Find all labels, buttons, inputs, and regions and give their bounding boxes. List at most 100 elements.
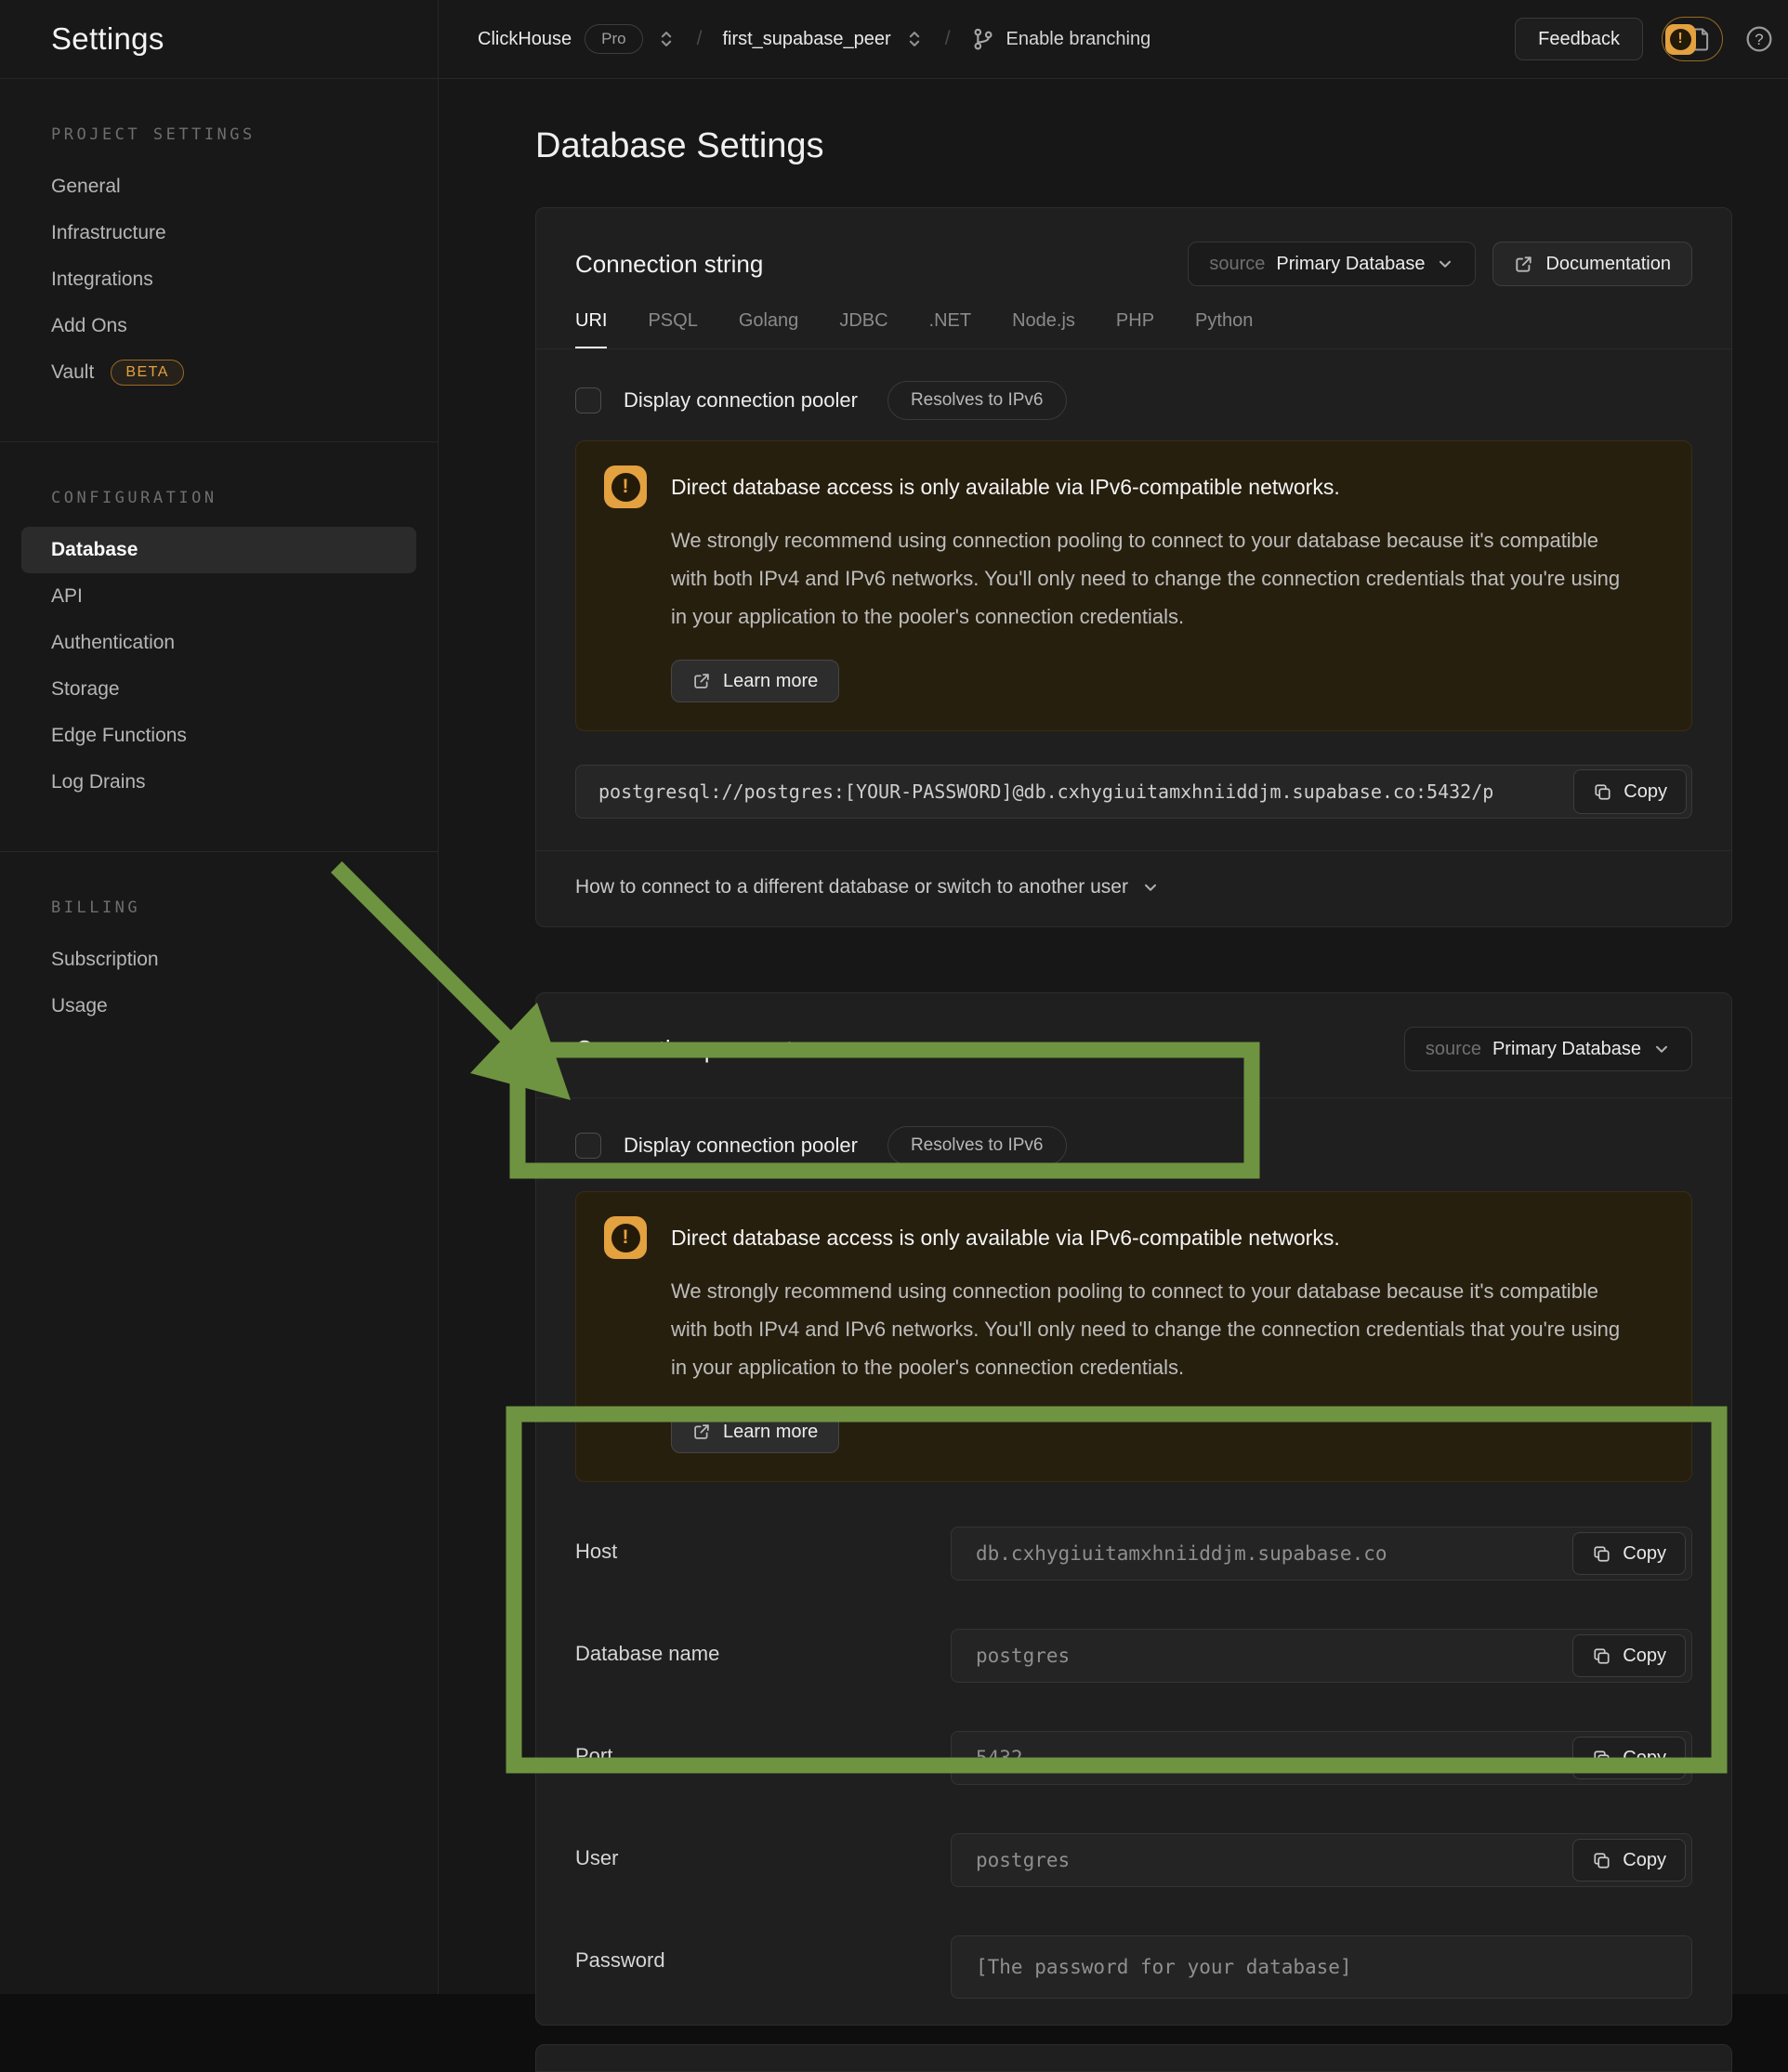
how-to-connect-toggle[interactable]: How to connect to a different database o… — [536, 850, 1731, 926]
connection-string-card: Connection string source Primary Databas… — [535, 207, 1732, 927]
sidebar-item-general[interactable]: General — [21, 164, 416, 210]
alert-icon: ! — [1665, 24, 1696, 55]
sidebar-item-add-ons[interactable]: Add Ons — [21, 303, 416, 349]
section-label: BILLING — [0, 898, 438, 918]
warning-icon: ! — [604, 466, 647, 508]
project-selector[interactable]: first_supabase_peer — [722, 29, 924, 50]
org-name: ClickHouse — [478, 29, 572, 50]
sidebar-item-log-drains[interactable]: Log Drains — [21, 759, 416, 806]
tab-dotnet[interactable]: .NET — [929, 310, 972, 348]
resolves-to-ipv6-badge: Resolves to IPv6 — [887, 381, 1067, 420]
copy-user-button[interactable]: Copy — [1572, 1839, 1686, 1882]
sidebar-item-edge-functions[interactable]: Edge Functions — [21, 713, 416, 759]
ipv6-warning-banner: ! Direct database access is only availab… — [575, 1191, 1692, 1482]
tab-python[interactable]: Python — [1195, 310, 1253, 348]
source-dropdown[interactable]: source Primary Database — [1188, 242, 1476, 286]
org-selector[interactable]: ClickHouse Pro — [478, 24, 677, 54]
host-field[interactable]: db.cxhygiuitamxhniiddjm.supabase.co Copy — [951, 1527, 1692, 1580]
password-field[interactable]: [The password for your database] — [951, 1935, 1692, 1999]
git-branch-icon — [971, 27, 995, 51]
window-title: Settings — [51, 21, 164, 57]
sidebar-item-integrations[interactable]: Integrations — [21, 256, 416, 303]
connection-string-field[interactable]: postgresql://postgres:[YOUR-PASSWORD]@db… — [575, 765, 1692, 819]
param-row-user: User postgres Copy — [575, 1833, 1692, 1887]
warning-body: We strongly recommend using connection p… — [671, 521, 1637, 636]
port-field[interactable]: 5432 Copy — [951, 1731, 1692, 1785]
documentation-button[interactable]: Documentation — [1492, 242, 1692, 286]
section-billing: BILLING Subscription Usage — [0, 852, 438, 1075]
branch-action-label: Enable branching — [1006, 29, 1151, 50]
warning-body: We strongly recommend using connection p… — [671, 1272, 1637, 1386]
settings-sidebar: Settings PROJECT SETTINGS General Infras… — [0, 0, 439, 1994]
header-actions: Feedback ! ? — [1515, 17, 1773, 61]
copy-connection-string-button[interactable]: Copy — [1573, 769, 1687, 814]
copy-icon — [1592, 1646, 1611, 1666]
chevron-down-icon — [1436, 255, 1454, 273]
sidebar-item-database[interactable]: Database — [21, 527, 416, 573]
warning-title: Direct database access is only available… — [671, 1226, 1340, 1251]
sidebar-item-subscription[interactable]: Subscription — [21, 937, 416, 983]
resolves-to-ipv6-badge: Resolves to IPv6 — [887, 1126, 1067, 1165]
sidebar-item-api[interactable]: API — [21, 573, 416, 620]
breadcrumb-separator: / — [945, 28, 951, 50]
section-label: CONFIGURATION — [0, 488, 438, 508]
sidebar-item-authentication[interactable]: Authentication — [21, 620, 416, 666]
feedback-button[interactable]: Feedback — [1515, 18, 1643, 60]
source-dropdown[interactable]: source Primary Database — [1404, 1027, 1692, 1071]
selector-icon — [904, 29, 925, 49]
copy-port-button[interactable]: Copy — [1572, 1737, 1686, 1779]
tab-nodejs[interactable]: Node.js — [1012, 310, 1075, 348]
selector-icon — [656, 29, 677, 49]
breadcrumb-separator: / — [697, 28, 703, 50]
pooler-row: Display connection pooler Resolves to IP… — [536, 1098, 1731, 1176]
user-field[interactable]: postgres Copy — [951, 1833, 1692, 1887]
chevron-down-icon — [1652, 1040, 1671, 1058]
sidebar-item-usage[interactable]: Usage — [21, 983, 416, 1029]
param-row-password: Password [The password for your database… — [575, 1935, 1692, 1999]
copy-icon — [1592, 1749, 1611, 1768]
sidebar-item-infrastructure[interactable]: Infrastructure — [21, 210, 416, 256]
card-title: Connection parameters — [575, 1035, 826, 1064]
warning-title: Direct database access is only available… — [671, 475, 1340, 500]
next-card-edge — [535, 2044, 1732, 2072]
pooler-row: Display connection pooler Resolves to IP… — [536, 349, 1731, 429]
enable-branching-button[interactable]: Enable branching — [971, 27, 1151, 51]
display-connection-pooler-checkbox[interactable] — [575, 1133, 601, 1159]
top-header: ClickHouse Pro / first_supabase_peer / E… — [439, 0, 1788, 79]
connection-parameters-card: Connection parameters source Primary Dat… — [535, 992, 1732, 2026]
sidebar-item-vault[interactable]: Vault BETA — [21, 349, 416, 396]
tab-jdbc[interactable]: JDBC — [839, 310, 887, 348]
connection-parameters-fields: Host db.cxhygiuitamxhniiddjm.supabase.co… — [536, 1527, 1731, 2025]
ipv6-warning-banner: ! Direct database access is only availab… — [575, 440, 1692, 731]
param-row-port: Port 5432 Copy — [575, 1731, 1692, 1785]
copy-icon — [1592, 1851, 1611, 1870]
learn-more-button[interactable]: Learn more — [671, 660, 839, 702]
section-configuration: CONFIGURATION Database API Authenticatio… — [0, 442, 438, 852]
page-title: Database Settings — [535, 126, 1732, 166]
tab-golang[interactable]: Golang — [739, 310, 799, 348]
copy-database-name-button[interactable]: Copy — [1572, 1634, 1686, 1677]
learn-more-button[interactable]: Learn more — [671, 1410, 839, 1453]
copy-icon — [1592, 1544, 1611, 1564]
tab-php[interactable]: PHP — [1116, 310, 1154, 348]
notifications-button[interactable]: ! — [1662, 17, 1723, 61]
section-project-settings: PROJECT SETTINGS General Infrastructure … — [0, 79, 438, 442]
sidebar-item-storage[interactable]: Storage — [21, 666, 416, 713]
connection-string-header: Connection string source Primary Databas… — [536, 208, 1731, 286]
help-icon[interactable]: ? — [1745, 25, 1773, 53]
database-name-field[interactable]: postgres Copy — [951, 1629, 1692, 1683]
param-row-host: Host db.cxhygiuitamxhniiddjm.supabase.co… — [575, 1527, 1692, 1580]
tab-uri[interactable]: URI — [575, 310, 607, 348]
project-name: first_supabase_peer — [722, 29, 890, 50]
svg-text:?: ? — [1755, 31, 1763, 48]
section-label: PROJECT SETTINGS — [0, 125, 438, 145]
copy-host-button[interactable]: Copy — [1572, 1532, 1686, 1575]
external-link-icon — [692, 1423, 711, 1441]
sidebar-header: Settings — [0, 0, 438, 79]
param-row-database-name: Database name postgres Copy — [575, 1629, 1692, 1683]
connection-parameters-header: Connection parameters source Primary Dat… — [536, 993, 1731, 1098]
tab-psql[interactable]: PSQL — [648, 310, 697, 348]
main-content: Database Settings Connection string sour… — [439, 79, 1788, 2072]
copy-icon — [1593, 782, 1612, 802]
display-connection-pooler-checkbox[interactable] — [575, 387, 601, 413]
